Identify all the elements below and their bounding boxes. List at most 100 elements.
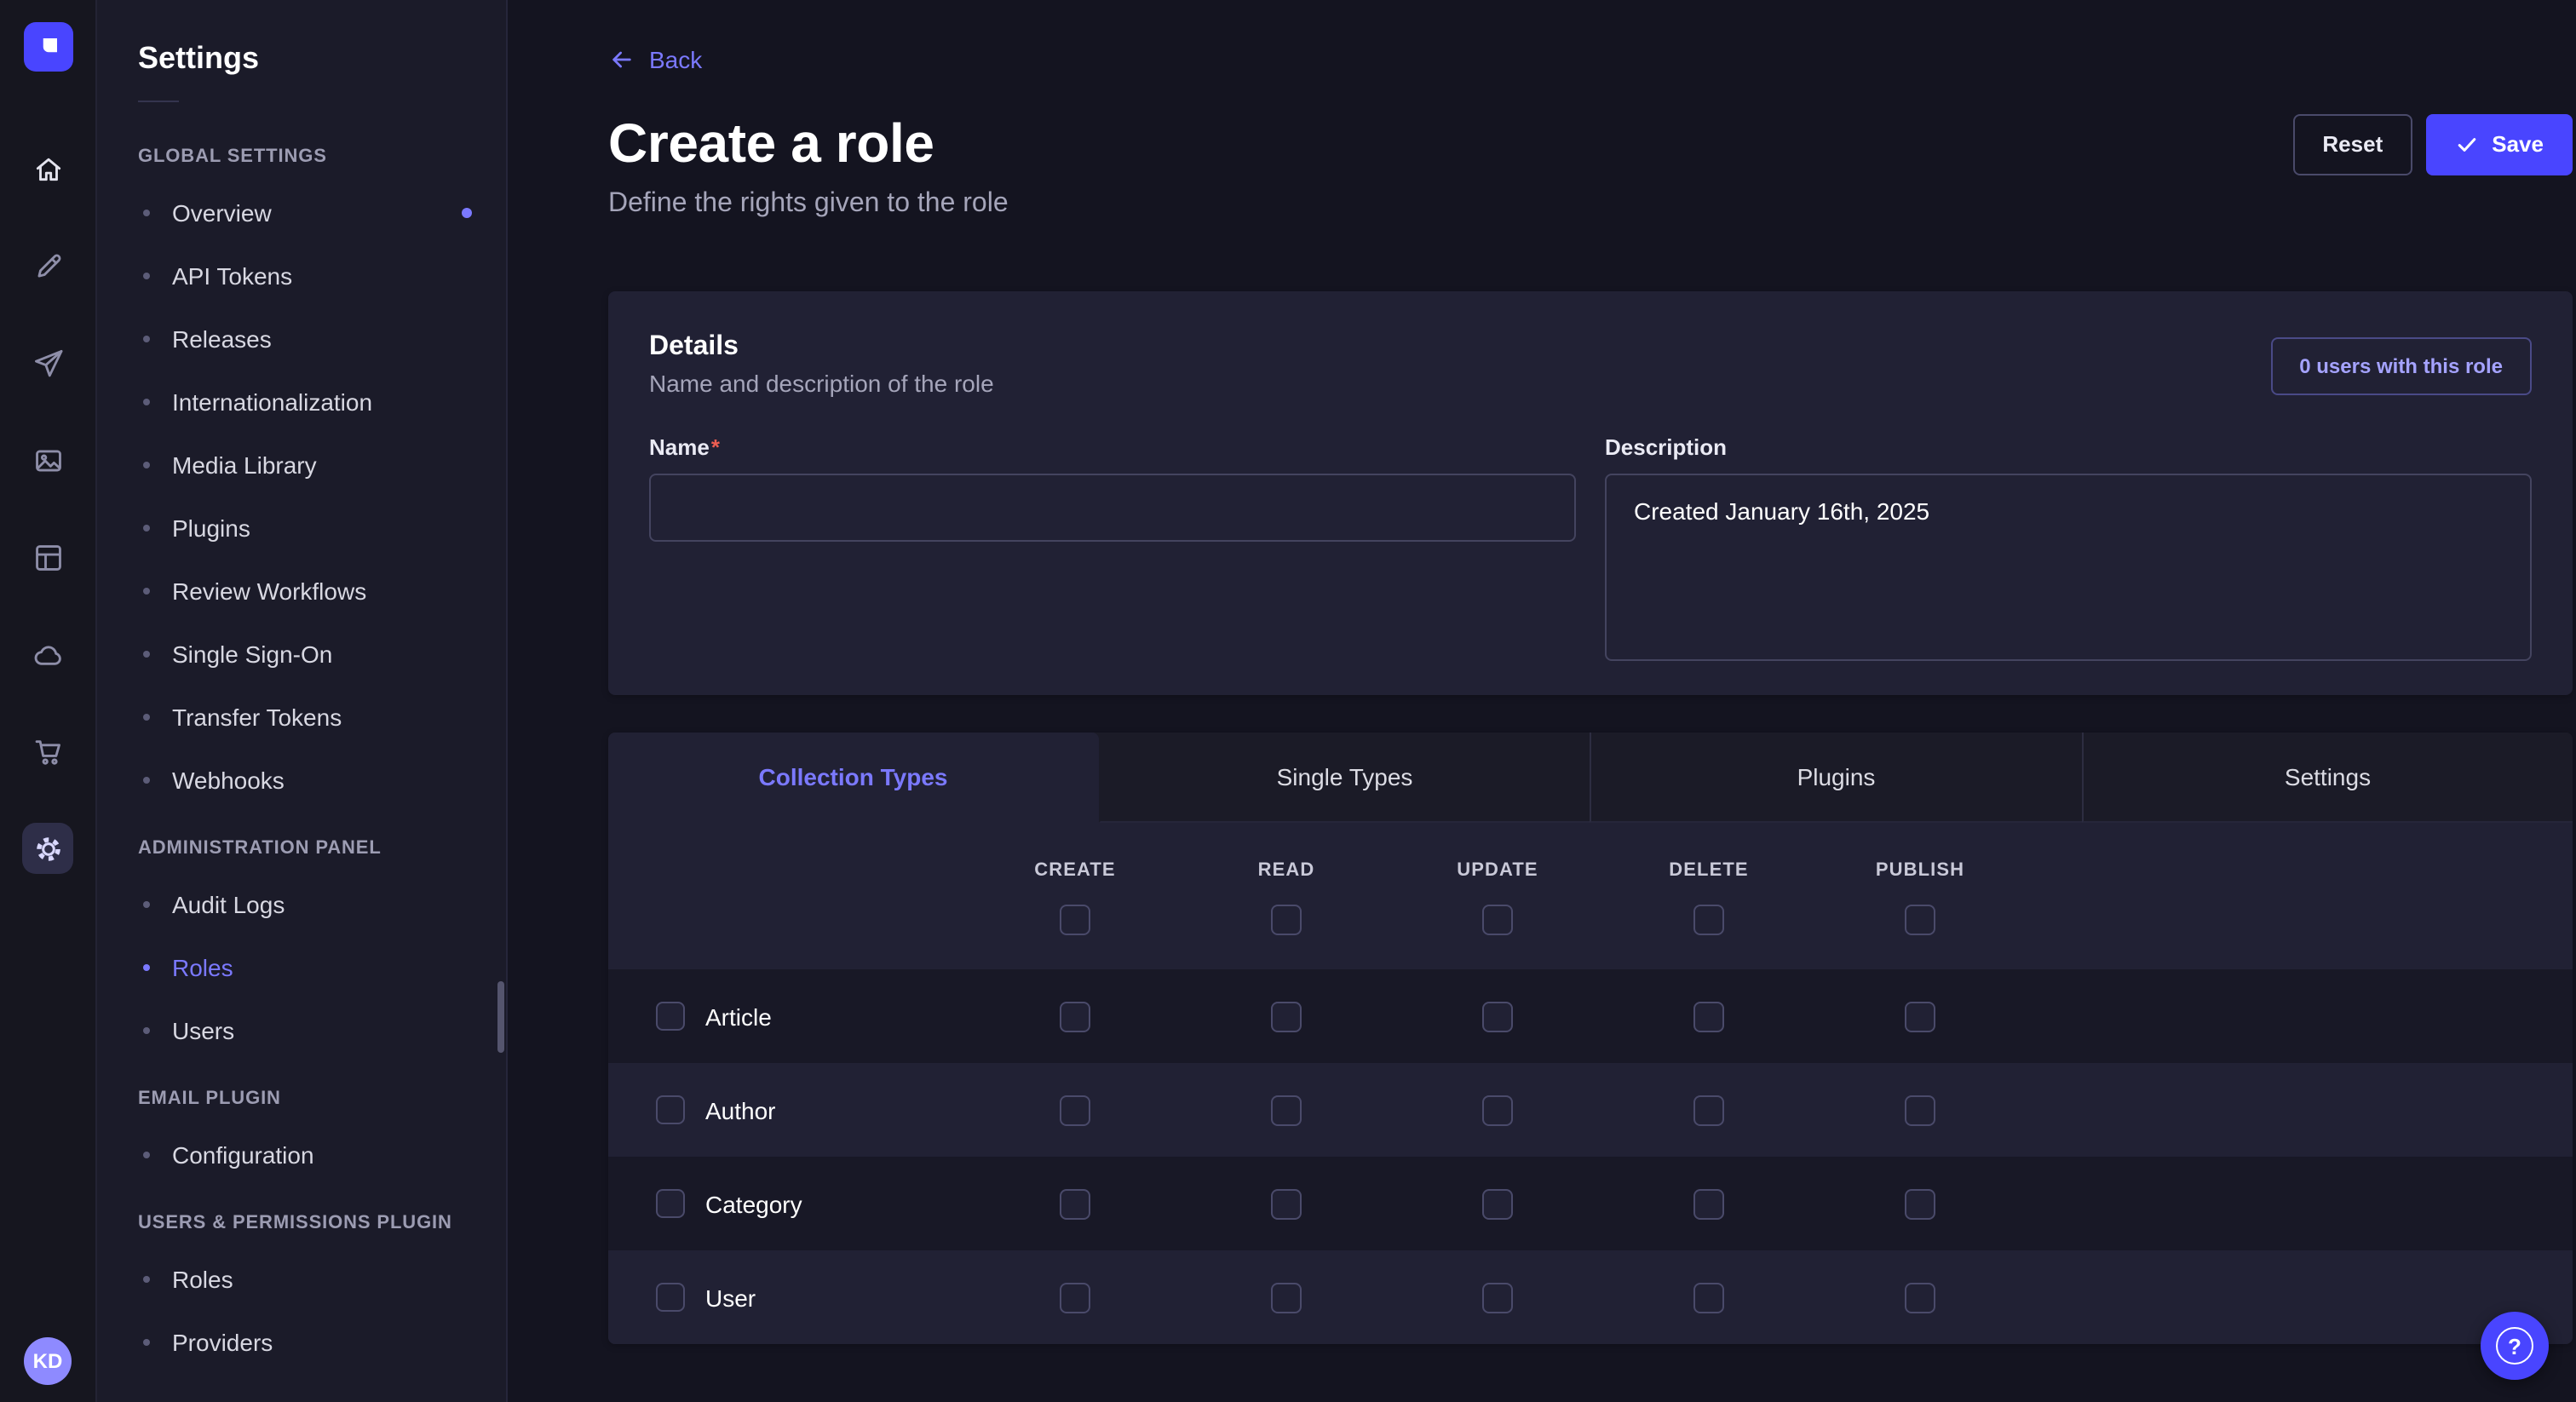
save-button[interactable]: Save: [2425, 113, 2573, 175]
checkbox-user-create[interactable]: [1060, 1282, 1090, 1313]
sidebar-item-audit-logs[interactable]: Audit Logs: [97, 872, 506, 935]
marketplace-icon[interactable]: [22, 726, 73, 777]
bullet-icon: [143, 713, 150, 720]
checkbox-author-read[interactable]: [1271, 1095, 1302, 1125]
settings-sidebar: Settings GLOBAL SETTINGS Overview API To…: [97, 0, 508, 1402]
permissions-tabbar: Collection Types Single Types Plugins Se…: [608, 733, 2573, 823]
permissions-card: Collection Types Single Types Plugins Se…: [608, 733, 2573, 1344]
cloud-icon[interactable]: [22, 629, 73, 680]
tab-settings[interactable]: Settings: [2081, 733, 2573, 823]
bullet-icon: [143, 1151, 150, 1158]
sidebar-item-releases[interactable]: Releases: [97, 307, 506, 370]
tab-plugins[interactable]: Plugins: [1590, 733, 2081, 823]
description-textarea[interactable]: Created January 16th, 2025: [1605, 474, 2532, 661]
content-manager-icon[interactable]: [22, 240, 73, 291]
section-administration-panel: ADMINISTRATION PANEL: [97, 811, 506, 872]
page-header: Create a role Reset Save: [608, 112, 2573, 175]
section-email-plugin: EMAIL PLUGIN: [97, 1061, 506, 1123]
sidebar-item-internationalization[interactable]: Internationalization: [97, 370, 506, 433]
checkbox-article-row[interactable]: [656, 1002, 685, 1031]
column-read: READ: [1181, 860, 1392, 935]
checkbox-article-delete[interactable]: [1693, 1001, 1724, 1031]
sidebar-item-single-sign-on[interactable]: Single Sign-On: [97, 622, 506, 685]
checkbox-user-delete[interactable]: [1693, 1282, 1724, 1313]
sidebar-scrollbar-thumb[interactable]: [497, 981, 504, 1053]
check-icon: [2454, 132, 2478, 156]
sidebar-item-roles-up[interactable]: Roles: [97, 1247, 506, 1310]
select-all-update-checkbox[interactable]: [1482, 905, 1513, 935]
checkbox-category-create[interactable]: [1060, 1188, 1090, 1219]
users-with-role-button[interactable]: 0 users with this role: [2270, 337, 2532, 395]
sidebar-item-overview[interactable]: Overview: [97, 181, 506, 244]
required-asterisk: *: [711, 434, 720, 460]
back-link[interactable]: Back: [608, 46, 702, 73]
tab-single-types[interactable]: Single Types: [1098, 733, 1590, 823]
checkbox-user-publish[interactable]: [1905, 1282, 1935, 1313]
rail-icon-list: [22, 143, 73, 874]
sidebar-item-api-tokens[interactable]: API Tokens: [97, 244, 506, 307]
checkbox-category-update[interactable]: [1482, 1188, 1513, 1219]
sidebar-item-configuration[interactable]: Configuration: [97, 1123, 506, 1186]
details-title: Details: [649, 332, 2532, 363]
bullet-icon: [143, 1026, 150, 1033]
details-subtitle: Name and description of the role: [649, 370, 2532, 397]
settings-icon[interactable]: [22, 823, 73, 874]
sidebar-item-users[interactable]: Users: [97, 998, 506, 1061]
sidebar-item-review-workflows[interactable]: Review Workflows: [97, 559, 506, 622]
bullet-icon: [143, 900, 150, 907]
sidebar-item-transfer-tokens[interactable]: Transfer Tokens: [97, 685, 506, 748]
select-all-delete-checkbox[interactable]: [1693, 905, 1724, 935]
checkbox-category-row[interactable]: [656, 1189, 685, 1218]
strapi-logo[interactable]: [23, 22, 72, 72]
checkbox-article-create[interactable]: [1060, 1001, 1090, 1031]
bullet-icon: [143, 963, 150, 970]
checkbox-article-publish[interactable]: [1905, 1001, 1935, 1031]
avatar[interactable]: KD: [24, 1337, 72, 1385]
sidebar-item-plugins[interactable]: Plugins: [97, 496, 506, 559]
bullet-icon: [143, 650, 150, 657]
permission-row-user: User: [608, 1250, 2573, 1344]
bullet-icon: [143, 209, 150, 215]
description-label: Description: [1605, 434, 2532, 460]
checkbox-author-delete[interactable]: [1693, 1095, 1724, 1125]
checkbox-category-publish[interactable]: [1905, 1188, 1935, 1219]
checkbox-author-update[interactable]: [1482, 1095, 1513, 1125]
sidebar-item-roles-admin[interactable]: Roles: [97, 935, 506, 998]
permission-row-author: Author: [608, 1063, 2573, 1157]
home-icon[interactable]: [22, 143, 73, 194]
checkbox-author-create[interactable]: [1060, 1095, 1090, 1125]
header-actions: Reset Save: [2293, 113, 2573, 175]
sidebar-item-media-library[interactable]: Media Library: [97, 433, 506, 496]
checkbox-user-read[interactable]: [1271, 1282, 1302, 1313]
bullet-icon: [143, 1275, 150, 1282]
permission-row-article: Article: [608, 969, 2573, 1063]
checkbox-user-update[interactable]: [1482, 1282, 1513, 1313]
checkbox-category-delete[interactable]: [1693, 1188, 1724, 1219]
help-button[interactable]: ?: [2481, 1312, 2549, 1380]
tab-collection-types[interactable]: Collection Types: [608, 733, 1098, 823]
content-type-builder-icon[interactable]: [22, 531, 73, 583]
checkbox-article-read[interactable]: [1271, 1001, 1302, 1031]
select-all-create-checkbox[interactable]: [1060, 905, 1090, 935]
reset-button[interactable]: Reset: [2293, 113, 2412, 175]
bullet-icon: [143, 398, 150, 405]
details-form: Name* Description Created January 16th, …: [649, 434, 2532, 669]
checkbox-user-row[interactable]: [656, 1283, 685, 1312]
checkbox-article-update[interactable]: [1482, 1001, 1513, 1031]
checkbox-author-row[interactable]: [656, 1095, 685, 1124]
select-all-read-checkbox[interactable]: [1271, 905, 1302, 935]
name-label: Name*: [649, 434, 1576, 460]
select-all-publish-checkbox[interactable]: [1905, 905, 1935, 935]
sidebar-item-providers[interactable]: Providers: [97, 1310, 506, 1373]
checkbox-author-publish[interactable]: [1905, 1095, 1935, 1125]
bullet-icon: [143, 1338, 150, 1345]
checkbox-category-read[interactable]: [1271, 1188, 1302, 1219]
main-content: Back Create a role Reset Save Define the…: [508, 0, 2576, 1402]
bullet-icon: [143, 461, 150, 468]
description-field-group: Description Created January 16th, 2025: [1605, 434, 2532, 669]
sidebar-item-webhooks[interactable]: Webhooks: [97, 748, 506, 811]
bullet-icon: [143, 776, 150, 783]
releases-icon[interactable]: [22, 337, 73, 388]
name-input[interactable]: [649, 474, 1576, 542]
media-library-icon[interactable]: [22, 434, 73, 486]
